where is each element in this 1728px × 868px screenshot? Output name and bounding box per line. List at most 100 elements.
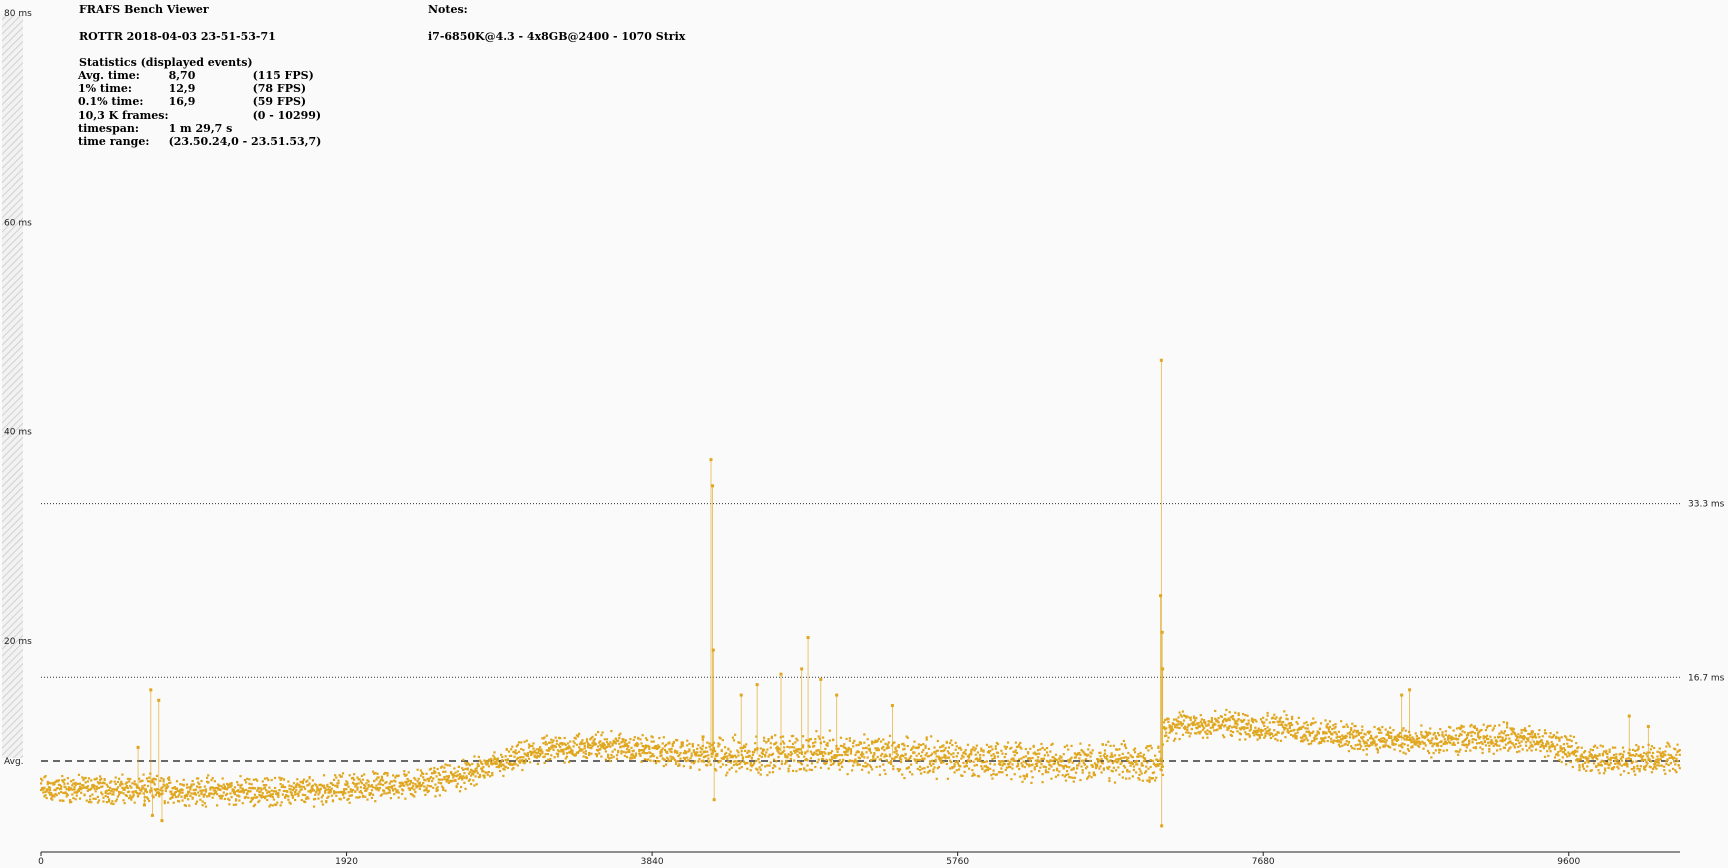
frame-point [1139,751,1142,755]
frame-point [418,781,421,784]
frame-point [1147,767,1150,770]
frame-point [994,745,997,748]
frame-point [244,795,248,799]
frame-point [1340,741,1343,744]
frame-point [1149,744,1152,747]
frame-point [60,790,63,794]
frame-point [938,746,942,749]
frame-point [583,747,586,750]
frame-point [966,759,970,762]
frame-point [796,739,799,742]
frame-point [468,764,472,767]
frame-point [725,774,728,777]
frame-point [545,734,548,737]
frame-point [896,767,899,771]
frame-point [1050,765,1053,768]
frame-point [1040,757,1043,760]
frame-point [1612,756,1616,760]
frame-point [1249,728,1252,731]
frame-point [992,753,995,756]
frame-point [871,740,874,743]
frame-point [934,752,937,755]
frame-point [585,740,589,743]
frame-point [686,739,689,742]
frame-point [793,746,796,749]
frame-point [942,761,945,764]
frame-point [883,769,886,772]
frame-point [928,760,932,763]
frame-point [1194,719,1197,722]
frame-point [1164,718,1167,722]
frame-point [1142,753,1146,756]
frame-point [1634,773,1637,776]
frame-point [566,747,570,750]
frame-point [62,780,65,783]
frame-point [1552,733,1556,737]
frame-point [828,729,831,732]
frame-point [1641,745,1645,749]
frame-point [1217,721,1220,724]
frame-point [1283,710,1286,713]
frame-point [629,738,632,741]
frame-point [48,788,52,792]
frame-point [816,761,819,764]
frame-point [955,745,958,748]
frame-point [1380,731,1383,734]
frame-point [200,791,203,794]
frame-point [927,755,931,758]
frame-point [561,743,564,746]
frame-point [1243,718,1246,721]
frame-point [760,764,763,767]
frame-point [87,777,91,780]
frame-point [1022,760,1025,763]
frame-point [759,768,762,771]
frame-point [1445,742,1449,745]
frame-point [1434,735,1437,738]
frame-point [545,743,548,746]
frame-point [1430,741,1433,745]
frame-point [1264,728,1267,731]
y-tick-label: 60 ms [4,218,32,228]
frame-point [240,783,243,786]
frame-point [788,764,791,767]
frame-point [1054,775,1058,778]
frame-point [265,795,268,798]
frame-point [916,767,919,771]
frame-point [516,756,519,760]
frame-point [844,753,847,756]
frame-point [1284,726,1287,730]
frame-point [989,762,992,765]
frame-point [951,743,954,747]
frame-point [493,751,496,754]
frame-point [504,765,507,768]
frame-point [1456,741,1460,744]
frame-point [357,782,360,785]
frame-point [1518,741,1521,745]
frame-point [1296,722,1299,725]
frame-point [85,799,88,802]
frame-point [584,752,587,755]
frame-point [1236,723,1239,726]
frame-point [646,738,649,742]
frame-point [487,765,491,768]
frame-point [1230,734,1234,737]
frame-point [181,799,184,802]
frame-point [1246,726,1249,729]
frame-point [1044,771,1048,774]
frame-point [904,753,907,756]
frame-point [182,778,185,781]
spike-point [701,735,705,739]
frame-point [698,768,701,771]
frame-point [1023,775,1026,778]
frame-point [707,754,710,757]
frame-point [1272,735,1275,738]
frame-point [1031,756,1034,760]
frame-point [1481,748,1484,751]
frame-point [1561,756,1564,759]
frame-point [1602,750,1606,753]
frame-point [705,746,708,749]
frame-point [1268,721,1271,724]
frame-point [1260,733,1264,736]
frame-point [1348,733,1352,736]
frame-point [117,777,121,780]
